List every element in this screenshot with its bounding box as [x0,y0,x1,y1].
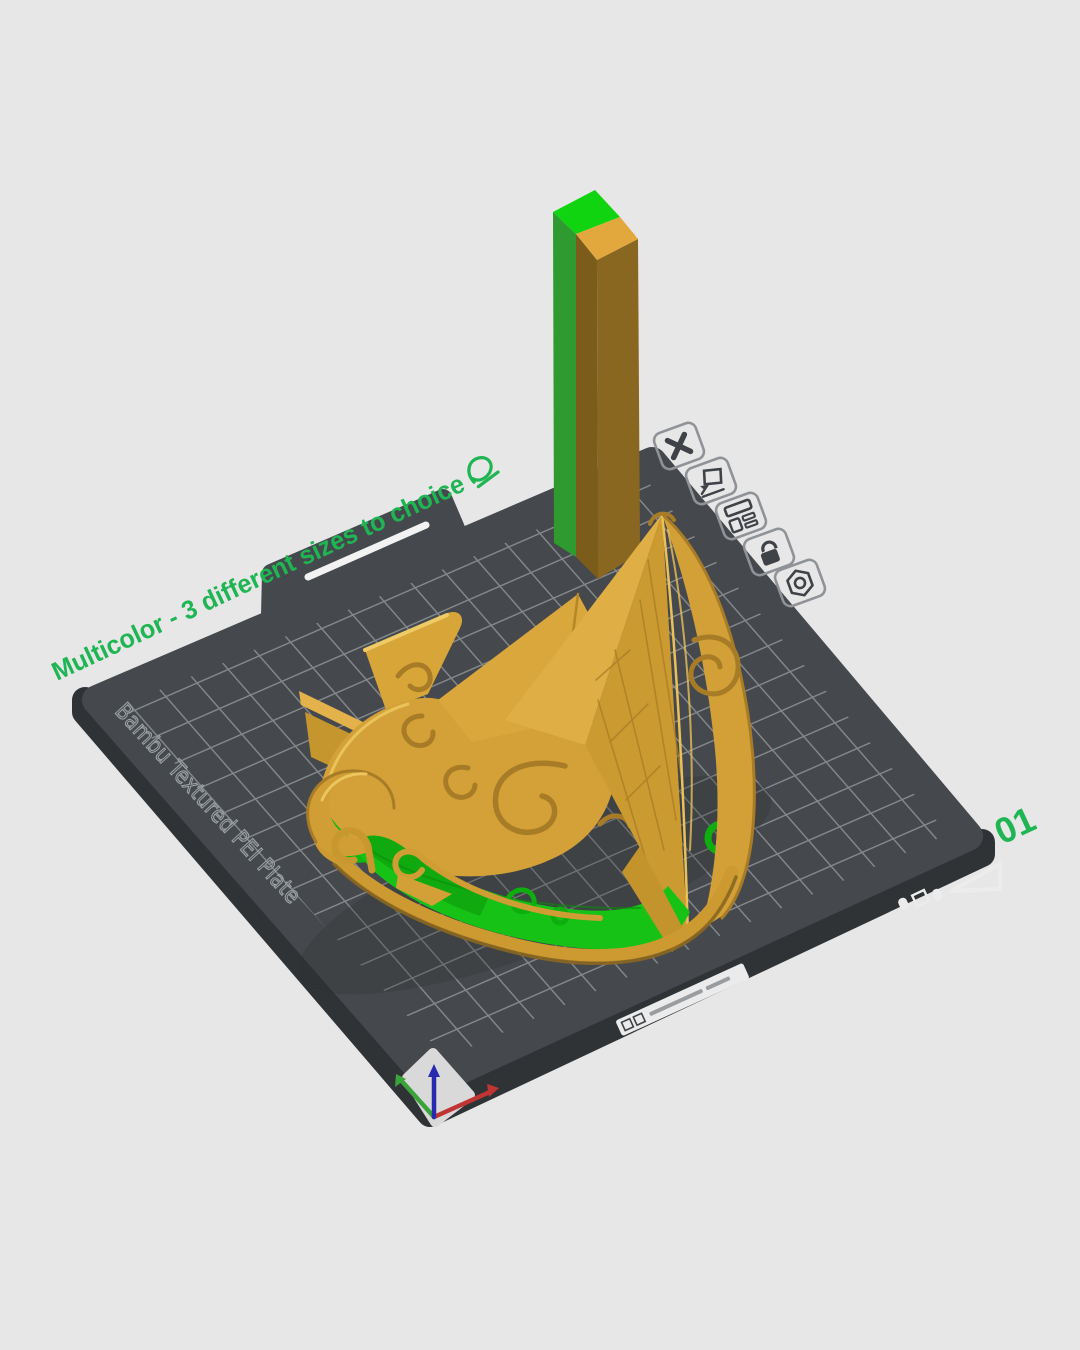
viewport-3d[interactable]: Bambu Textured PEI Plate [0,0,1080,1350]
prime-tower[interactable] [553,190,640,579]
prime-tower-right-face [597,239,640,579]
prime-tower-front-face [576,234,598,579]
prime-tower-left-face [553,212,576,557]
